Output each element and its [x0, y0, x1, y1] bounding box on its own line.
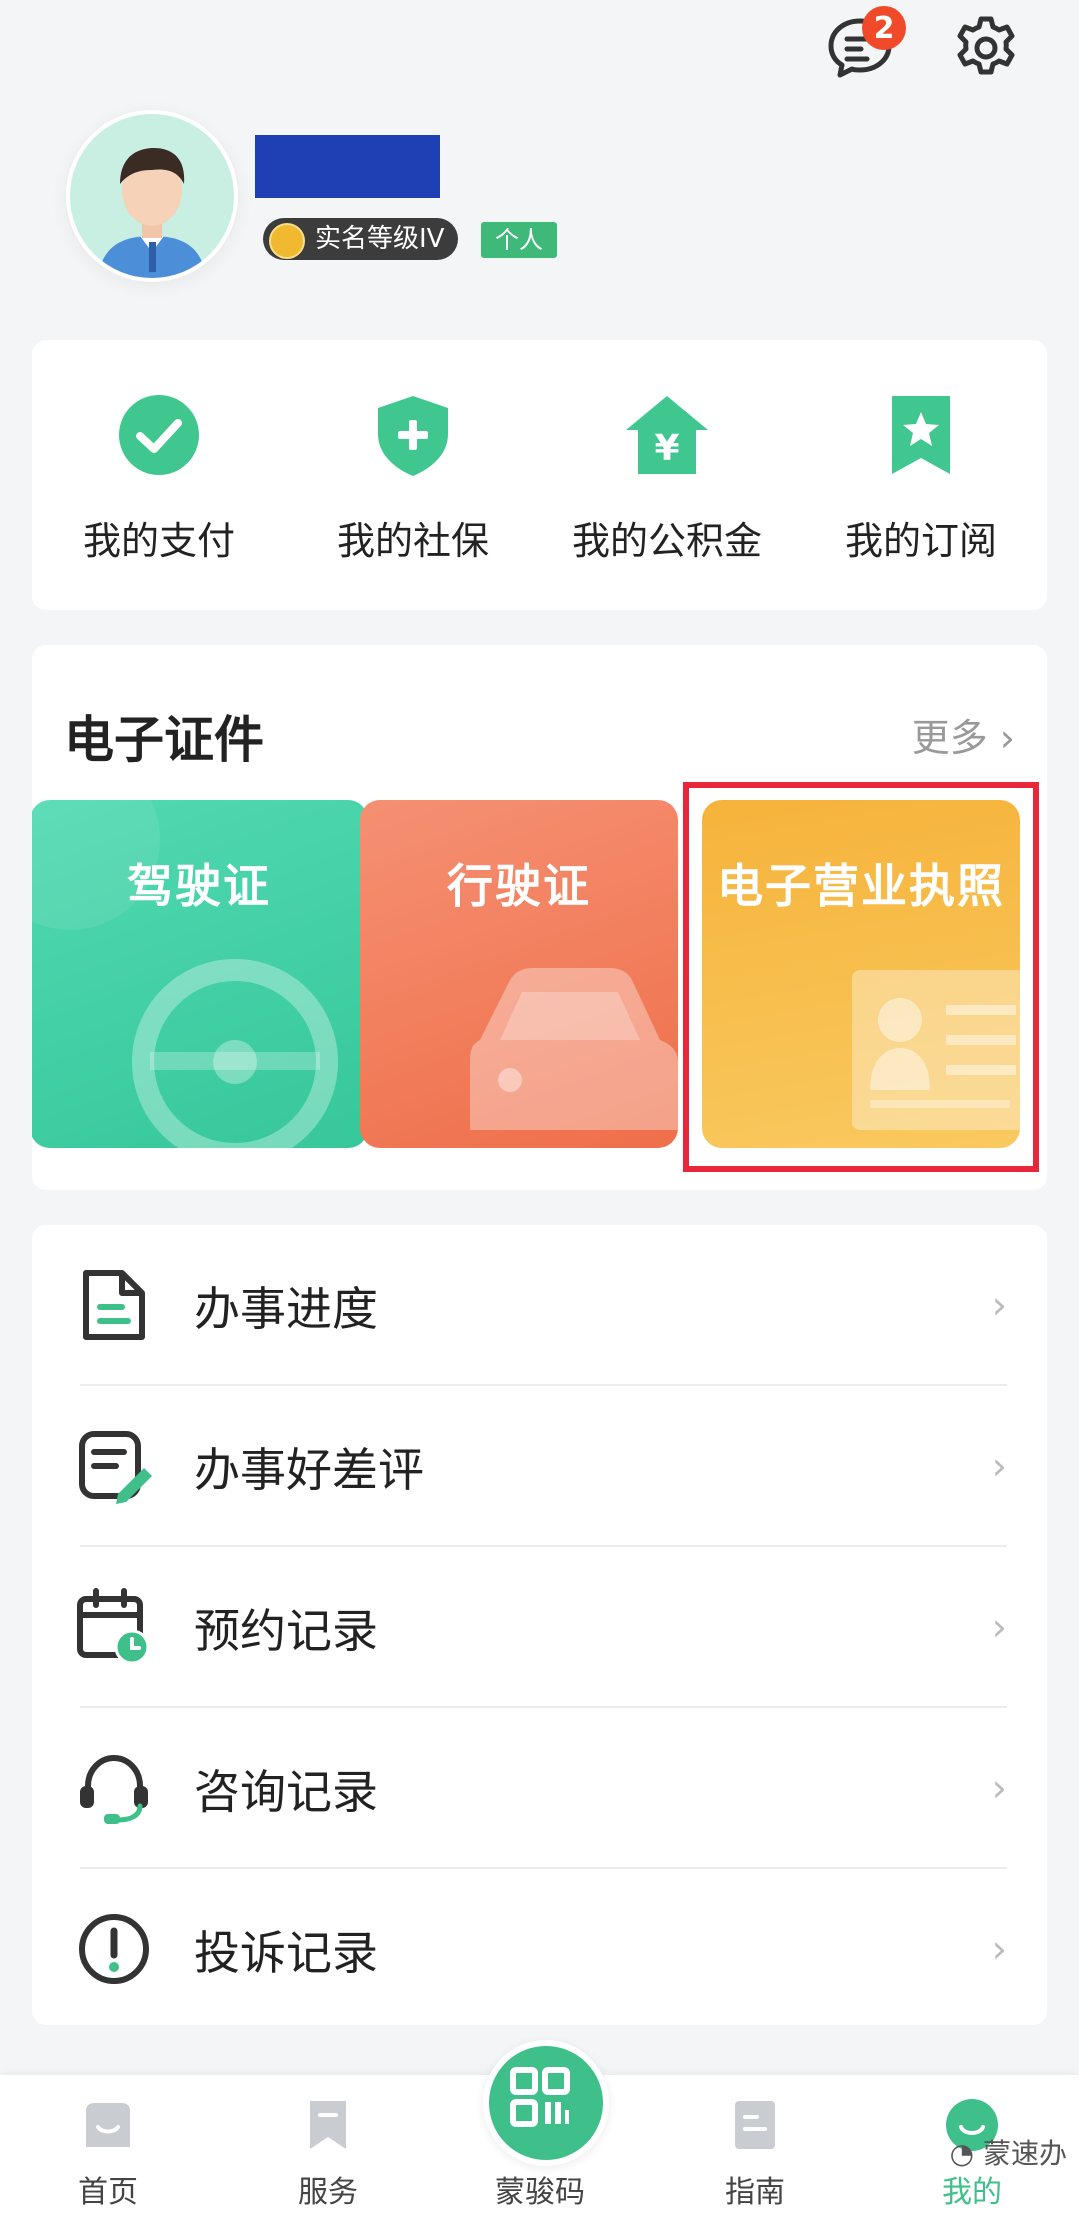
list-item-progress[interactable]: 办事进度 › [32, 1225, 1047, 1386]
cert-driver-license[interactable]: 驾驶证 [32, 800, 368, 1148]
chevron-right-icon: › [991, 1766, 1007, 1810]
bookmark-star-icon [892, 396, 950, 474]
tab-label: 蒙骏码 [495, 2175, 585, 2210]
qr-code-button[interactable] [483, 2040, 609, 2166]
watermark: ◔ 蒙速办 [950, 2132, 1067, 2172]
exclamation-circle-icon [79, 1914, 149, 1984]
quick-link-label: 我的订阅 [844, 519, 997, 563]
avatar[interactable] [66, 110, 238, 282]
quick-link-housing-fund[interactable]: ¥ 我的公积金 [540, 340, 794, 610]
review-edit-icon [79, 1431, 152, 1504]
list-item-label: 投诉记录 [194, 1926, 378, 1980]
wechat-icon: ◔ [949, 2137, 975, 2170]
quick-link-subscription[interactable]: 我的订阅 [794, 340, 1048, 610]
chevron-right-icon: › [991, 1283, 1007, 1327]
guide-book-icon [735, 2101, 775, 2149]
cert-vehicle-license[interactable]: 行驶证 [360, 800, 678, 1148]
list-item-appointments[interactable]: 预约记录 › [32, 1547, 1047, 1708]
settings-button[interactable] [946, 8, 1026, 88]
coin-icon [269, 223, 305, 259]
quick-link-payment[interactable]: 我的支付 [32, 340, 286, 610]
list-item-label: 预约记录 [194, 1604, 378, 1658]
headset-icon [80, 1754, 148, 1824]
verification-level-badge[interactable]: 实名等级IV [263, 218, 459, 260]
more-label: 更多 [911, 716, 988, 760]
cert-label: 驾驶证 [127, 859, 271, 913]
message-count-badge: 2 [862, 6, 906, 50]
chevron-right-icon: › [999, 716, 1015, 760]
tab-service[interactable]: 服务 [258, 2075, 398, 2220]
tab-label: 首页 [78, 2175, 138, 2210]
house-yuan-icon: ¥ [626, 396, 708, 474]
watermark-label: 蒙速办 [982, 2137, 1067, 2170]
section-title: 电子证件 [64, 711, 264, 769]
home-icon [86, 2103, 130, 2147]
qr-code-icon [510, 2067, 570, 2127]
tab-guide[interactable]: 指南 [685, 2075, 825, 2220]
chevron-right-icon: › [991, 1927, 1007, 1971]
user-name-redacted [255, 135, 440, 198]
cert-label: 行驶证 [447, 859, 591, 913]
list-item-consultations[interactable]: 咨询记录 › [32, 1708, 1047, 1869]
services-list-card: 办事进度 › 办事好差评 › 预约记录 › 咨询记录 › 投诉记录 › [32, 1225, 1047, 2025]
calendar-clock-icon [77, 1588, 150, 1665]
quick-link-label: 我的社保 [336, 519, 489, 563]
gear-icon [957, 16, 1015, 75]
quick-link-label: 我的公积金 [571, 519, 762, 563]
tab-label: 指南 [725, 2175, 785, 2210]
list-item-label: 办事好差评 [194, 1443, 424, 1497]
highlight-frame [683, 782, 1039, 1172]
chevron-right-icon: › [991, 1605, 1007, 1649]
more-link[interactable]: 更多 › [912, 707, 1015, 762]
tab-label: 服务 [298, 2175, 358, 2210]
list-item-review[interactable]: 办事好差评 › [32, 1386, 1047, 1547]
quick-link-label: 我的支付 [82, 519, 235, 563]
list-item-complaints[interactable]: 投诉记录 › [32, 1869, 1047, 2030]
account-type-tag: 个人 [481, 222, 557, 258]
shield-plus-icon [378, 396, 448, 476]
check-circle-icon [119, 395, 199, 475]
quick-links-card: 我的支付 我的社保 ¥ 我的公积金 我的订阅 [32, 340, 1047, 610]
user-avatar-icon [98, 148, 206, 278]
quick-link-social-security[interactable]: 我的社保 [286, 340, 540, 610]
tab-home[interactable]: 首页 [38, 2075, 178, 2220]
chevron-right-icon: › [991, 1444, 1007, 1488]
document-icon [83, 1270, 145, 1340]
message-button[interactable]: 2 [820, 6, 906, 88]
list-item-label: 办事进度 [194, 1282, 378, 1336]
tab-label: 我的 [942, 2175, 1002, 2210]
verification-level-label: 实名等级IV [315, 224, 445, 254]
bookmark-icon [310, 2101, 346, 2149]
list-item-label: 咨询记录 [194, 1765, 378, 1819]
svg-text:¥: ¥ [654, 428, 679, 469]
